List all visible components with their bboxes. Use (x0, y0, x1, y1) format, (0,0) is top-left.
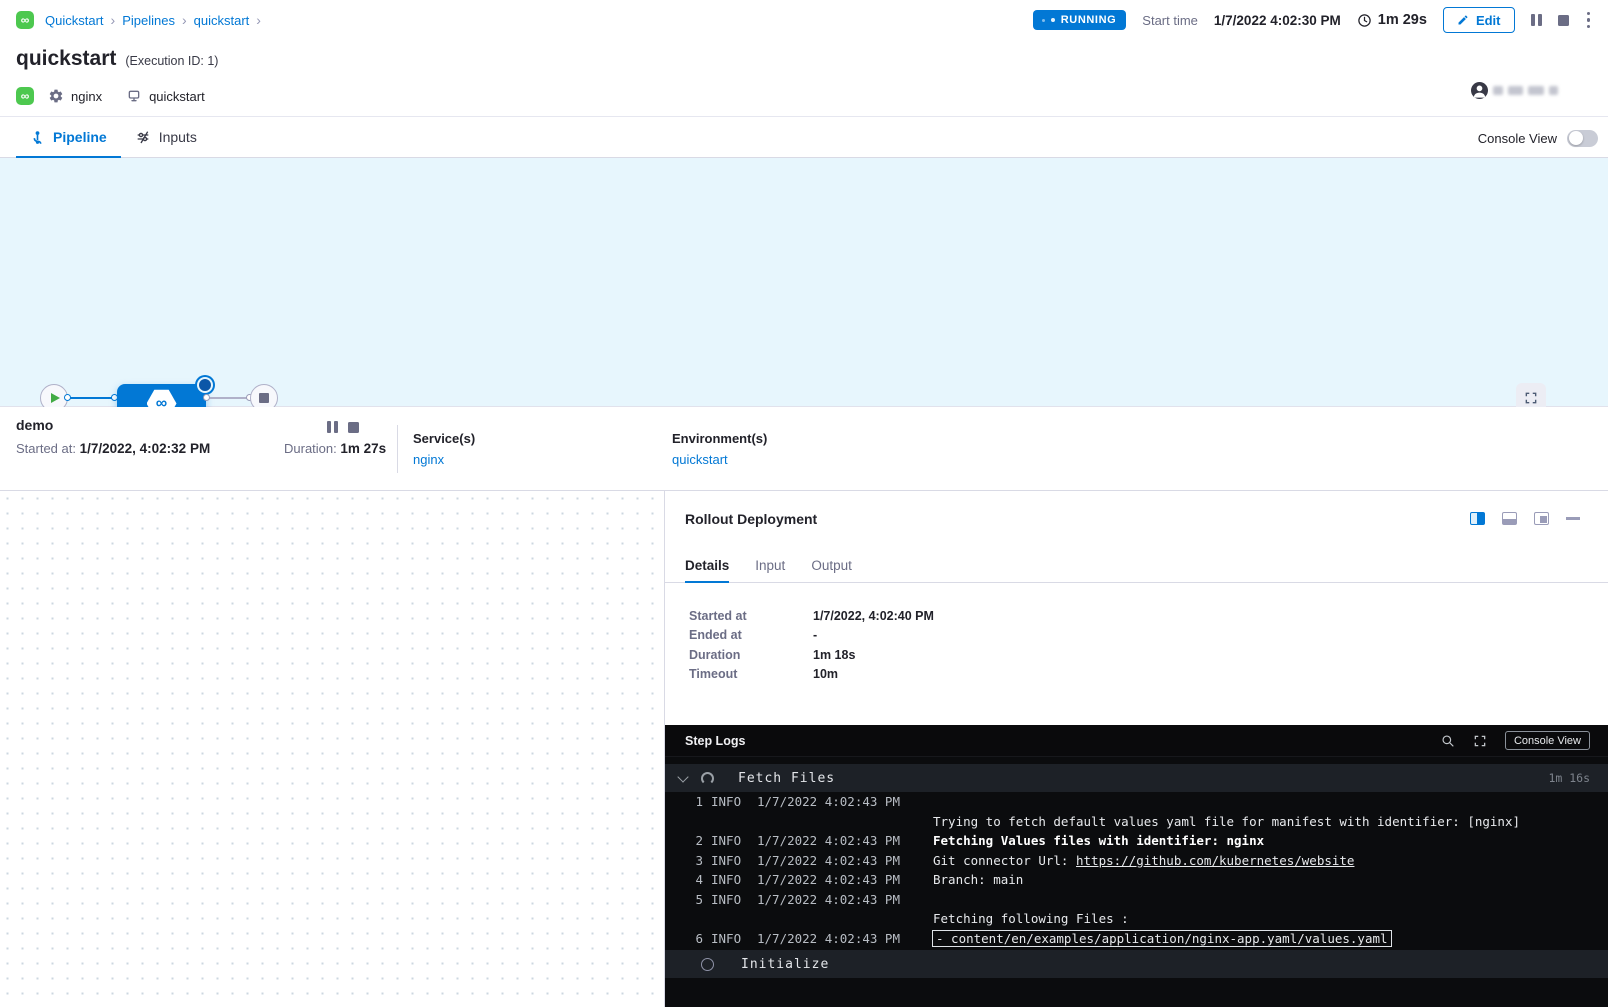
log-line: 1INFO1/7/2022 4:02:43 PM (665, 792, 1608, 812)
pause-execution-button[interactable] (1531, 14, 1542, 26)
log-line: 3INFO1/7/2022 4:02:43 PM Git connector U… (665, 851, 1608, 871)
running-spinner-icon (199, 379, 211, 391)
tab-inputs[interactable]: Inputs (121, 117, 211, 157)
log-section-fetch-files[interactable]: Fetch Files 1m 16s (665, 764, 1608, 792)
view-tabs: Pipeline Inputs Console View (0, 116, 1608, 158)
service-link[interactable]: nginx (413, 452, 475, 467)
play-icon (51, 393, 60, 403)
detail-row: Started at 1/7/2022, 4:02:40 PM (689, 606, 934, 626)
running-dot-icon (1051, 18, 1055, 22)
top-header: ∞ Quickstart › Pipelines › quickstart › … (0, 0, 1608, 40)
account-info (1471, 82, 1558, 99)
stop-execution-button[interactable] (1558, 15, 1569, 26)
log-line: 5INFO1/7/2022 4:02:43 PM (665, 890, 1608, 910)
log-line: Fetching following Files : (665, 909, 1608, 929)
log-line: 2INFO1/7/2022 4:02:43 PMFetching Values … (665, 831, 1608, 851)
pause-stage-button[interactable] (327, 421, 338, 433)
start-time-value: 1/7/2022 4:02:30 PM (1214, 13, 1341, 28)
user-avatar-icon[interactable] (1471, 82, 1488, 99)
services-label: Service(s) (413, 431, 475, 446)
breadcrumb: ∞ Quickstart › Pipelines › quickstart › (16, 11, 261, 29)
section-duration: 1m 16s (1548, 771, 1608, 785)
duration-value: 1m 27s (340, 441, 386, 456)
inputs-icon (135, 129, 151, 145)
edit-button[interactable]: Edit (1443, 7, 1515, 33)
search-icon[interactable] (1441, 734, 1455, 748)
expand-logs-icon[interactable] (1473, 734, 1487, 748)
tab-input[interactable]: Input (755, 549, 785, 582)
started-at-value: 1/7/2022, 4:02:32 PM (80, 441, 211, 456)
detail-row: Duration 1m 18s (689, 645, 934, 665)
detail-row: Timeout 10m (689, 665, 934, 685)
chevron-right-icon: › (182, 12, 187, 28)
step-details-panel: Rollout Deployment Details Input Output … (664, 491, 1608, 1007)
fullscreen-icon (1524, 391, 1538, 405)
step-logs-bar: Step Logs Console View (665, 725, 1608, 757)
chevron-right-icon: › (256, 12, 261, 28)
breadcrumb-link-pipeline[interactable]: quickstart (194, 13, 250, 28)
log-section-initialize[interactable]: Initialize (665, 950, 1608, 978)
detail-row: Ended at - (689, 626, 934, 646)
log-console: Fetch Files 1m 16s 1INFO1/7/2022 4:02:43… (665, 757, 1608, 1007)
layout-right-button[interactable] (1470, 512, 1485, 525)
layout-bottom-button[interactable] (1502, 512, 1517, 525)
log-line: Trying to fetch default values yaml file… (665, 812, 1608, 832)
harness-logo-icon: ∞ (16, 87, 34, 105)
environment-link[interactable]: quickstart (672, 452, 767, 467)
stop-stage-button[interactable] (348, 422, 359, 433)
step-panel-title: Rollout Deployment (685, 511, 817, 527)
elapsed-time: 1m 29s (1357, 12, 1427, 28)
pipeline-canvas[interactable]: ∞ demo + − (0, 158, 1608, 407)
git-connector-link[interactable]: https://github.com/kubernetes/website (1076, 853, 1354, 868)
step-panel-tabs: Details Input Output (665, 549, 1608, 583)
breadcrumb-link-project[interactable]: Quickstart (45, 13, 104, 28)
breadcrumb-link-pipelines[interactable]: Pipelines (122, 13, 175, 28)
tab-details[interactable]: Details (685, 549, 729, 582)
section-spinner-icon (701, 772, 714, 785)
log-line: 4INFO1/7/2022 4:02:43 PMBranch: main (665, 870, 1608, 890)
console-view-toggle[interactable] (1567, 130, 1598, 147)
chevron-down-icon (677, 771, 688, 782)
step-logs-title: Step Logs (685, 734, 745, 748)
console-view-label: Console View (1478, 131, 1557, 146)
start-time-label: Start time (1142, 13, 1198, 28)
service-tag[interactable]: nginx (48, 88, 102, 104)
environment-tag[interactable]: quickstart (126, 88, 205, 104)
step-details-table: Started at 1/7/2022, 4:02:40 PM Ended at… (689, 606, 934, 684)
tab-output[interactable]: Output (811, 549, 852, 582)
started-at-label: Started at: (16, 441, 76, 456)
environments-label: Environment(s) (672, 431, 767, 446)
gear-icon (48, 88, 64, 104)
stage-name: demo (16, 417, 53, 433)
chevron-right-icon: › (111, 12, 116, 28)
duration-label: Duration: (284, 441, 337, 456)
running-dot-icon (1042, 19, 1045, 22)
status-badge: RUNNING (1033, 10, 1127, 30)
layout-float-button[interactable] (1534, 512, 1549, 525)
console-view-button[interactable]: Console View (1505, 731, 1590, 750)
environment-icon (126, 88, 142, 104)
execution-graph-canvas[interactable]: Service Infrastructure Resource Constrai… (0, 491, 664, 1007)
stage-details-bar: demo Started at: 1/7/2022, 4:02:32 PM Du… (0, 407, 1608, 491)
log-lines: 1INFO1/7/2022 4:02:43 PM Trying to fetch… (665, 792, 1608, 948)
tab-pipeline[interactable]: Pipeline (16, 117, 121, 157)
harness-logo-icon: ∞ (16, 11, 34, 29)
log-line: 6INFO1/7/2022 4:02:43 PM- content/en/exa… (665, 929, 1608, 949)
pencil-icon (1457, 14, 1469, 26)
execution-id: (Execution ID: 1) (125, 54, 218, 68)
minimize-panel-button[interactable] (1566, 517, 1580, 520)
page-title: quickstart (16, 47, 116, 71)
pipeline-icon (30, 130, 45, 145)
more-options-button[interactable] (1585, 10, 1593, 31)
stop-icon (259, 393, 269, 403)
clock-icon (1357, 13, 1372, 28)
pending-circle-icon (701, 958, 714, 971)
